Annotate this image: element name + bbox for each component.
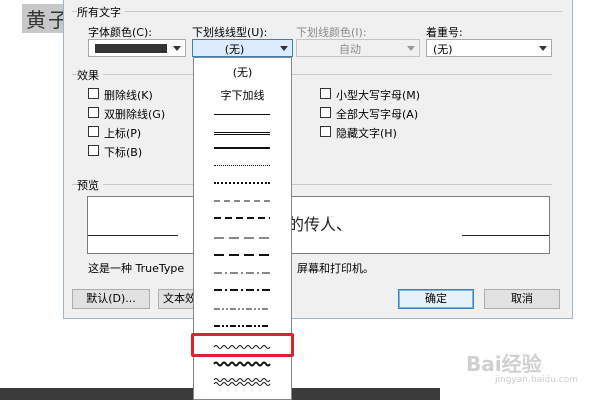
underline-style-value: (无): [224, 43, 245, 56]
effects-title: 效果: [77, 67, 103, 83]
checkbox-box[interactable]: [320, 88, 331, 99]
checkbox-label: 下标(B): [104, 146, 143, 159]
underline-color-value: 自动: [339, 43, 361, 56]
checkbox-box[interactable]: [88, 88, 99, 99]
watermark-logo: Bai经验: [466, 352, 542, 376]
highlight-wave-option: [191, 333, 294, 357]
chevron-down-icon: [407, 46, 415, 51]
preview-sample-text: 的传人、: [288, 215, 353, 234]
underline-style-label: 下划线线型(U):: [192, 26, 268, 39]
underline-option-double-wave-bottom: [213, 382, 271, 386]
underline-style-combo[interactable]: (无): [192, 39, 293, 57]
underline-color-combo: 自动: [296, 39, 420, 57]
default-button[interactable]: 默认(D)...: [72, 289, 150, 309]
preview-underline-right: [462, 235, 549, 236]
font-dialog: 所有文字 字体颜色(C): 下划线线型(U): (无) 下划线颜色(I): 自动…: [63, 0, 573, 319]
text-effects-button[interactable]: 文本效: [158, 289, 198, 309]
chevron-down-icon: [539, 46, 547, 51]
chevron-down-icon: [280, 46, 288, 51]
checkbox-box[interactable]: [320, 107, 331, 118]
checkbox-label: 上标(P): [104, 127, 142, 140]
font-color-label: 字体颜色(C):: [88, 26, 152, 39]
checkbox-box[interactable]: [88, 126, 99, 137]
checkbox-box[interactable]: [88, 145, 99, 156]
preview-caption-left: 这是一种 TrueType: [88, 262, 185, 275]
section-title-all-text: 所有文字: [77, 4, 125, 20]
preview-pane: 的传人、: [87, 196, 550, 254]
emphasis-value: (无): [433, 43, 453, 56]
underline-option-wave-heavy: [213, 361, 271, 367]
emphasis-combo[interactable]: (无): [426, 39, 552, 57]
checkbox-label: 双删除线(G): [104, 108, 166, 121]
ok-button[interactable]: 确定: [398, 289, 474, 309]
font-color-swatch: [95, 44, 167, 53]
checkbox-label: 删除线(K): [104, 89, 153, 102]
emphasis-label: 着重号:: [426, 26, 463, 39]
cancel-button[interactable]: 取消: [484, 289, 560, 309]
section-divider: [72, 11, 562, 12]
preview-underline-left: [88, 235, 178, 236]
checkbox-box[interactable]: [320, 126, 331, 137]
preview-caption-right: 屏幕和打印机。: [297, 262, 374, 275]
underline-option-double-wave-top: [213, 378, 271, 382]
watermark-url: jingyan.baidu.com: [495, 375, 579, 385]
font-color-combo[interactable]: [88, 39, 186, 57]
checkbox-label: 全部大写字母(A): [336, 108, 419, 121]
underline-color-label: 下划线颜色(I):: [296, 26, 367, 39]
preview-title: 预览: [77, 177, 103, 193]
checkbox-label: 小型大写字母(M): [336, 89, 421, 102]
chevron-down-icon: [173, 46, 181, 51]
checkbox-box[interactable]: [88, 107, 99, 118]
checkbox-label: 隐藏文字(H): [336, 127, 397, 140]
